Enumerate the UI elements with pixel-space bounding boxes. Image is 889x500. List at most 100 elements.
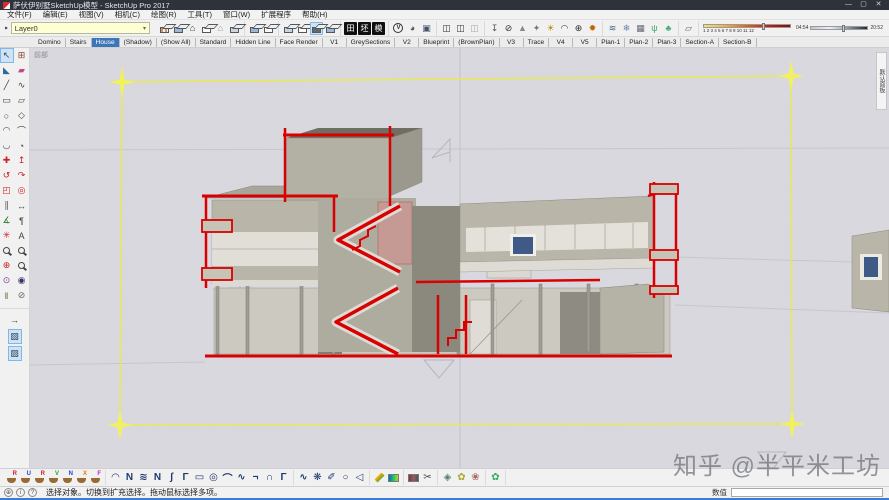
plumb-icon[interactable]: ↧ [488, 22, 501, 35]
move-tool[interactable]: ✚ [0, 153, 14, 168]
scene-tab-v3[interactable]: V3 [500, 38, 524, 47]
push-pull-tool[interactable]: ↥ [15, 153, 29, 168]
scene-tab-greysections[interactable]: GreySections [347, 38, 396, 47]
disabled-window-icon[interactable]: ◫ [468, 22, 481, 35]
material-range-icon[interactable] [407, 471, 420, 484]
shadow-box-icon[interactable] [248, 22, 261, 35]
scene-tab-v4[interactable]: V4 [549, 38, 573, 47]
help-icon[interactable]: ? [28, 488, 37, 497]
vertex-tool-u[interactable]: U [19, 471, 32, 484]
3d-text-tool[interactable]: A [15, 228, 29, 243]
select-arrow-icon[interactable]: ‣ [2, 24, 11, 33]
menu-item-1[interactable]: 编辑(E) [43, 9, 68, 20]
vertex-tool-r2[interactable]: R [33, 471, 46, 484]
pie-tool[interactable]: ◔ [15, 138, 29, 153]
leaf-icon[interactable]: ✿ [489, 471, 502, 484]
minimize-button[interactable]: — [841, 0, 856, 10]
scene-tab-standard[interactable]: Standard [196, 38, 232, 47]
scene-tab-hiddenline[interactable]: Hidden Line [231, 38, 275, 47]
scene-tab-trace[interactable]: Trace [524, 38, 550, 47]
three-point-arc-tool[interactable]: ◡ [0, 138, 14, 153]
scene-tab-brownplan[interactable]: (BrownPlan) [454, 38, 499, 47]
wire-box-icon[interactable] [262, 22, 275, 35]
bezier-sine-icon[interactable]: ∿ [235, 471, 248, 484]
pi-button[interactable]: 坯 [358, 22, 371, 35]
scene-tab-v5[interactable]: V5 [573, 38, 597, 47]
shaded-textures-icon[interactable] [158, 22, 171, 35]
grass-icon[interactable]: ψ [648, 22, 661, 35]
brush-icon[interactable] [373, 471, 386, 484]
walk-tool[interactable]: ‖ [0, 288, 14, 303]
close-button[interactable]: ✕ [871, 0, 886, 10]
display-section-cuts-toggle[interactable]: ▨ [8, 346, 22, 361]
polygon-tool[interactable]: ◇ [15, 108, 29, 123]
bezier-circle-icon[interactable]: ◎ [207, 471, 220, 484]
credits-icon[interactable]: i [16, 488, 25, 497]
monochrome-icon[interactable] [324, 22, 337, 35]
paint-bucket-tool[interactable]: ◣ [0, 63, 14, 78]
zoom-previous-tool[interactable] [15, 258, 29, 273]
bezier-u-icon[interactable]: ∩ [263, 471, 276, 484]
menu-item-5[interactable]: 工具(T) [187, 9, 212, 20]
flower-icon[interactable]: ❀ [469, 471, 482, 484]
open-box-icon[interactable] [200, 22, 213, 35]
vertex-tool-x[interactable]: X [75, 471, 88, 484]
scene-tab-plan-3[interactable]: Plan-3 [653, 38, 681, 47]
bezier-classic-icon[interactable]: N [151, 471, 164, 484]
scene-tab-facerender[interactable]: Face Render [276, 38, 323, 47]
time-slider-thumb[interactable] [842, 25, 845, 32]
month-slider-bar[interactable] [703, 24, 791, 28]
rotated-rectangle-tool[interactable]: ▱ [15, 93, 29, 108]
dome-icon[interactable]: ◠ [558, 22, 571, 35]
scene-tab-shadow[interactable]: (Shadow) [120, 38, 157, 47]
shadow-month-slider[interactable]: 1 2 3 4 5 6 7 8 9 10 11 12 [703, 24, 791, 33]
vertex-tool-r1[interactable]: R [5, 471, 18, 484]
scene-tab-plan-2[interactable]: Plan-2 [625, 38, 653, 47]
bezier-arc2-icon[interactable]: ⌒ [221, 471, 234, 484]
menu-item-6[interactable]: 窗口(W) [223, 9, 250, 20]
scene-tab-house[interactable]: House [92, 38, 120, 47]
bezier-rect-icon[interactable]: ▭ [193, 471, 206, 484]
sun-icon[interactable]: ☀ [544, 22, 557, 35]
scale-tool[interactable]: ◰ [0, 183, 14, 198]
eraser-tool[interactable]: ▰ [15, 63, 29, 78]
dots-box-icon[interactable]: ▦ [634, 22, 647, 35]
leaves-icon[interactable]: ♣ [662, 22, 675, 35]
zoom-extents-tool[interactable]: ⊕ [0, 258, 14, 273]
bezier-corner-icon[interactable]: Γ [179, 471, 192, 484]
cone-flag-icon[interactable]: ▲ [516, 22, 529, 35]
axes-tool[interactable]: ✳ [0, 228, 14, 243]
shield-icon[interactable]: ◈ [441, 471, 454, 484]
look-around-tool[interactable]: ◉ [15, 273, 29, 288]
menu-item-4[interactable]: 绘图(R) [151, 9, 176, 20]
follow-me-tool[interactable]: ↷ [15, 168, 29, 183]
scene-tab-stairs[interactable]: Stairs [66, 38, 92, 47]
bezier-polyline-icon[interactable]: N [123, 471, 136, 484]
vertex-tool-n[interactable]: N [61, 471, 74, 484]
two-point-arc-tool[interactable]: ⌒ [15, 123, 29, 138]
snow-icon[interactable]: ❄ [620, 22, 633, 35]
month-slider-thumb[interactable] [762, 23, 765, 30]
closed-box-icon[interactable] [228, 22, 241, 35]
section-plane-tool[interactable]: ⊘ [15, 288, 29, 303]
color-swatch-icon[interactable] [387, 471, 400, 484]
mo-button[interactable]: 模 [372, 22, 385, 35]
frame-window-icon[interactable]: ◫ [440, 22, 453, 35]
circle-tool[interactable]: ○ [0, 108, 14, 123]
select-tool[interactable]: ↖ [0, 48, 14, 63]
vertex-tool-f[interactable]: F [89, 471, 102, 484]
scene-tab-domino[interactable]: Domino [34, 38, 66, 47]
menu-item-8[interactable]: 帮助(H) [302, 9, 327, 20]
vray-material-icon[interactable]: ◕ [406, 22, 419, 35]
circle-curve-icon[interactable]: ○ [339, 471, 352, 484]
house-outline-icon[interactable]: ⌂ [214, 22, 227, 35]
freehand-curve-icon[interactable]: ∿ [297, 471, 310, 484]
scene-tab-section-b[interactable]: Section-B [719, 38, 757, 47]
hide-rest-arrow-icon[interactable]: → [8, 312, 22, 327]
maximize-button[interactable]: ▢ [856, 0, 871, 10]
layer-combobox[interactable]: Layer0 ▾ [11, 22, 150, 34]
offset-tool[interactable]: ◎ [15, 183, 29, 198]
fog-icon[interactable]: ≋ [606, 22, 619, 35]
scene-tab-blueprint[interactable]: Blueprint [419, 38, 454, 47]
globe-icon[interactable]: ⊕ [572, 22, 585, 35]
